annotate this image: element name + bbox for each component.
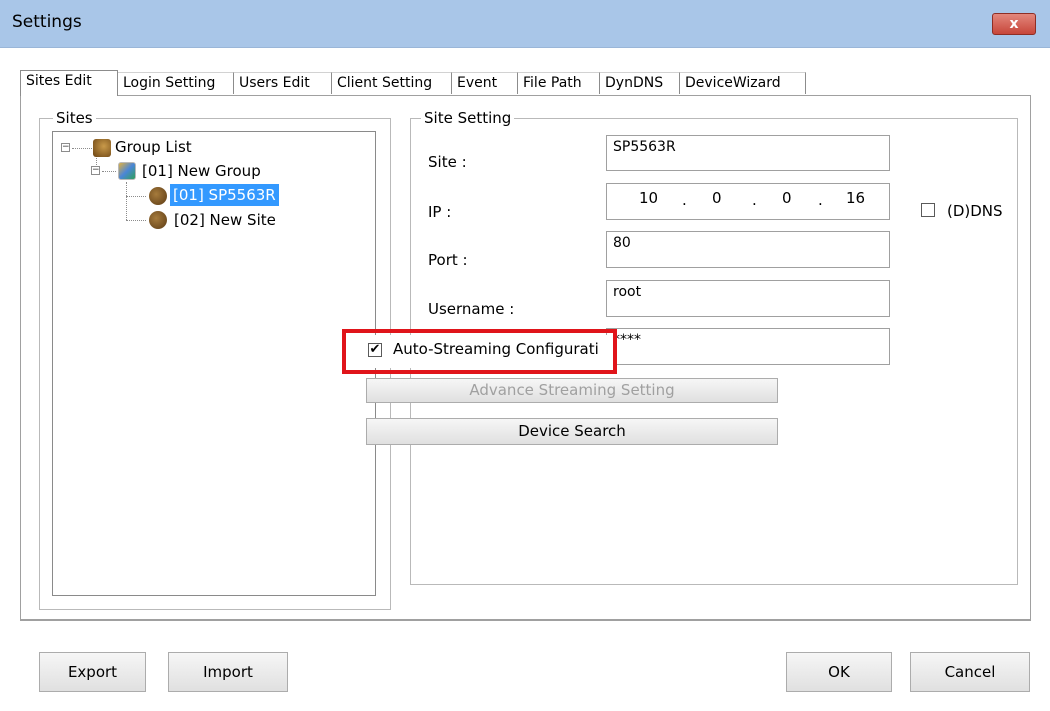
tree-item-new-group[interactable]: [01] New Group <box>142 160 261 182</box>
ip-octet-1[interactable]: 10 <box>639 189 658 207</box>
tree-line <box>126 196 146 197</box>
title-bar <box>0 0 1050 48</box>
tree-item-group-list[interactable]: Group List <box>115 136 192 158</box>
footer-separator <box>20 620 1031 621</box>
tree-item-site[interactable]: [02] New Site <box>174 209 276 231</box>
site-icon <box>149 211 167 229</box>
collapse-icon[interactable]: − <box>91 166 100 175</box>
tab-event[interactable]: Event <box>452 72 518 94</box>
device-search-button[interactable]: Device Search <box>366 418 778 445</box>
group-icon <box>118 162 136 180</box>
tab-dyndns[interactable]: DynDNS <box>600 72 680 94</box>
tree-item-site-selected[interactable]: [01] SP5563R <box>170 184 279 206</box>
site-setting-legend: Site Setting <box>421 109 515 127</box>
collapse-icon[interactable]: − <box>61 143 70 152</box>
ip-dot: . <box>682 191 687 209</box>
tree-line <box>72 148 92 149</box>
ok-button[interactable]: OK <box>786 652 892 692</box>
tree-line <box>126 182 127 220</box>
import-button[interactable]: Import <box>168 652 288 692</box>
ip-octet-3[interactable]: 0 <box>782 189 792 207</box>
close-icon: x <box>1009 16 1019 32</box>
advance-streaming-setting-button[interactable]: Advance Streaming Setting <box>366 378 778 403</box>
close-button[interactable]: x <box>992 13 1036 35</box>
sites-legend: Sites <box>53 109 96 127</box>
ip-octet-2[interactable]: 0 <box>712 189 722 207</box>
group-list-icon <box>93 139 111 157</box>
site-label: Site : <box>428 153 467 171</box>
username-label: Username : <box>428 300 515 318</box>
site-input[interactable]: SP5563R <box>606 135 890 171</box>
tab-users-edit[interactable]: Users Edit <box>234 72 332 94</box>
ddns-label: (D)DNS <box>947 202 1003 220</box>
highlight-annotation <box>342 329 617 374</box>
ip-dot: . <box>818 191 823 209</box>
cancel-button[interactable]: Cancel <box>910 652 1030 692</box>
port-input[interactable]: 80 <box>606 231 890 268</box>
tree-line <box>126 220 146 221</box>
tree-line <box>102 171 116 172</box>
export-button[interactable]: Export <box>39 652 146 692</box>
tab-login-setting[interactable]: Login Setting <box>118 72 234 94</box>
tab-client-setting[interactable]: Client Setting <box>332 72 452 94</box>
site-icon <box>149 187 167 205</box>
tab-file-path[interactable]: File Path <box>518 72 600 94</box>
ip-octet-4[interactable]: 16 <box>846 189 865 207</box>
username-input[interactable]: root <box>606 280 890 317</box>
ip-dot: . <box>752 191 757 209</box>
ip-label: IP : <box>428 203 452 221</box>
tab-devicewizard[interactable]: DeviceWizard <box>680 72 806 94</box>
tab-sites-edit[interactable]: Sites Edit <box>20 70 118 96</box>
window-title: Settings <box>12 12 82 32</box>
password-input[interactable]: **** <box>606 328 890 365</box>
ddns-checkbox[interactable] <box>921 203 935 217</box>
port-label: Port : <box>428 251 468 269</box>
